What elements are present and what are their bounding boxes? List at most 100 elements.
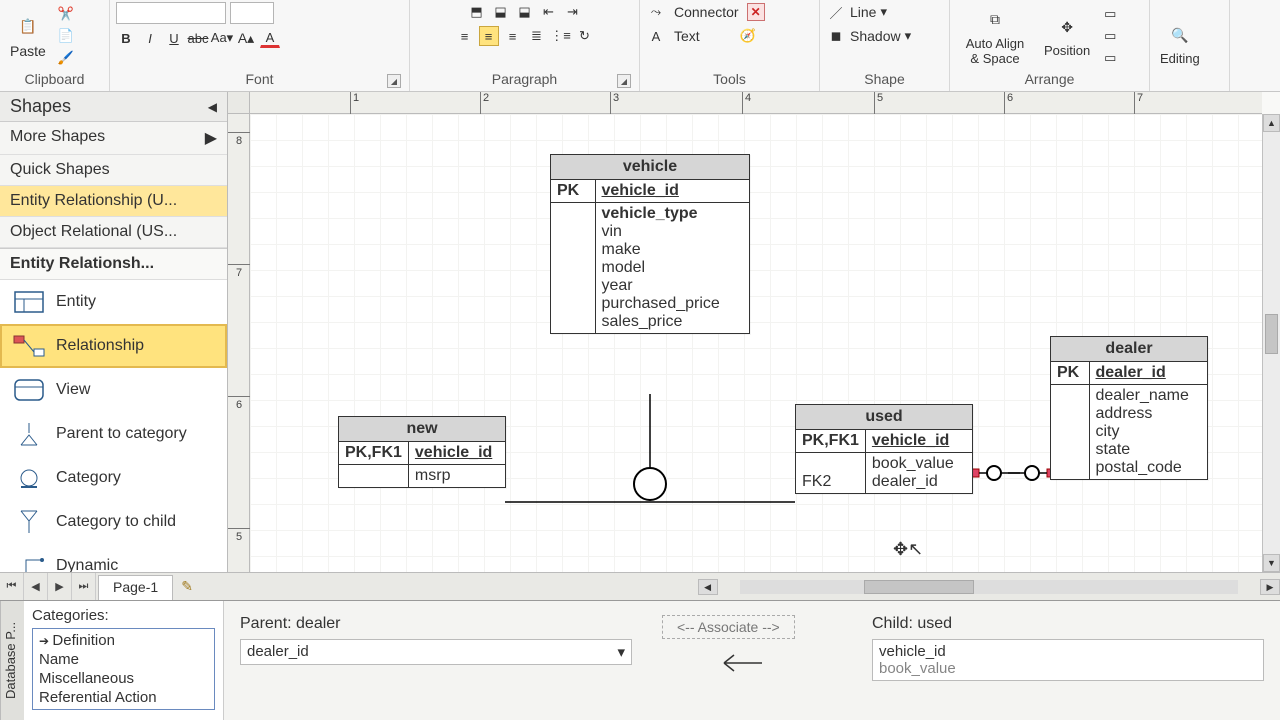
entity-dealer-title: dealer	[1051, 337, 1207, 362]
rotate-text-button[interactable]: ↻	[575, 26, 595, 46]
format-painter-icon[interactable]: 🖌️	[56, 48, 76, 68]
hscroll-left[interactable]: ◀	[698, 579, 718, 595]
ribbon-group-paragraph: ⬒ ⬓ ⬓ ⇤ ⇥ ≡ ≡ ≡ ≣ ⋮≡ ↻ Paragraph◢	[410, 0, 640, 91]
page-first-button[interactable]: ⏮	[0, 573, 24, 600]
quick-shapes-row[interactable]: Quick Shapes	[0, 155, 227, 186]
group-icon[interactable]: ▭	[1100, 48, 1120, 68]
editing-button[interactable]: 🔍 Editing	[1156, 19, 1204, 68]
tool-close-button[interactable]: ✕	[747, 3, 765, 21]
shapes-collapse-icon[interactable]: ◀	[208, 100, 217, 114]
vertical-scrollbar[interactable]: ▲ ▼	[1262, 114, 1280, 572]
shape-group-label: Shape	[826, 69, 943, 91]
drawing-canvas[interactable]: vehicle PKvehicle_id vehicle_type vin ma…	[250, 114, 1262, 572]
scroll-down-arrow[interactable]: ▼	[1263, 554, 1280, 572]
italic-button[interactable]: I	[140, 28, 160, 48]
auto-align-label: Auto Align & Space	[960, 36, 1030, 66]
shape-category[interactable]: Category	[0, 456, 227, 500]
connector-tool-icon[interactable]: ⤳	[646, 2, 666, 22]
ruler-corner	[228, 92, 250, 114]
cat-misc[interactable]: Miscellaneous	[35, 669, 212, 688]
align-center-button[interactable]: ≡	[479, 26, 499, 46]
categories-list[interactable]: Definition Name Miscellaneous Referentia…	[32, 628, 215, 710]
horizontal-scrollbar[interactable]: ◀ ▶	[199, 573, 1280, 600]
entity-used-title: used	[796, 405, 972, 430]
case-button[interactable]: Aa▾	[212, 28, 232, 48]
child-columns-list[interactable]: vehicle_id book_value	[872, 639, 1264, 681]
cat-definition[interactable]: Definition	[35, 631, 212, 650]
entity-used[interactable]: used PK,FK1vehicle_id FK2 book_value dea…	[795, 404, 973, 494]
hscroll-thumb[interactable]	[864, 580, 974, 594]
line-icon[interactable]: ／	[826, 2, 846, 22]
position-button[interactable]: ✥Position	[1040, 11, 1094, 60]
or-stencil-row[interactable]: Object Relational (US...	[0, 217, 227, 248]
scroll-thumb[interactable]	[1265, 314, 1278, 354]
indent-decrease-button[interactable]: ⇤	[539, 2, 559, 22]
ribbon-group-clipboard: 📋 Paste ✂️ 📄 🖌️ Clipboard	[0, 0, 110, 91]
font-color-button[interactable]: A	[260, 28, 280, 48]
align-mid-button[interactable]: ⬓	[491, 2, 511, 22]
hscroll-right[interactable]: ▶	[1260, 579, 1280, 595]
shape-entity[interactable]: Entity	[0, 280, 227, 324]
text-tool-icon[interactable]: A	[646, 26, 666, 46]
auto-align-button[interactable]: ⧉Auto Align & Space	[956, 4, 1034, 68]
shape-parent-to-category[interactable]: Parent to category	[0, 412, 227, 456]
font-size-input[interactable]	[230, 2, 274, 24]
find-icon: 🔍	[1166, 21, 1194, 49]
association-arrow-icon	[722, 649, 782, 677]
er-stencil-row[interactable]: Entity Relationship (U...	[0, 186, 227, 217]
shape-view[interactable]: View	[0, 368, 227, 412]
page-next-button[interactable]: ▶	[48, 573, 72, 600]
align-bot-button[interactable]: ⬓	[515, 2, 535, 22]
shadow-icon[interactable]: ◼	[826, 26, 846, 46]
clipboard-side-buttons: ✂️ 📄 🖌️	[56, 4, 76, 68]
bullets-button[interactable]: ⋮≡	[551, 26, 571, 46]
paste-button[interactable]: 📋 Paste	[6, 11, 50, 61]
entity-new[interactable]: new PK,FK1vehicle_id msrp	[338, 416, 506, 488]
dropdown-icon[interactable]: ▾	[617, 643, 625, 661]
cat-name[interactable]: Name	[35, 650, 212, 669]
font-dialog-launcher[interactable]: ◢	[387, 74, 401, 88]
bring-front-icon[interactable]: ▭	[1100, 4, 1120, 24]
editing-label: Editing	[1160, 51, 1200, 66]
align-top-button[interactable]: ⬒	[467, 2, 487, 22]
page-prev-button[interactable]: ◀	[24, 573, 48, 600]
strike-button[interactable]: abc	[188, 28, 208, 48]
text-tool-label[interactable]: Text	[674, 28, 700, 44]
add-page-button[interactable]: ✎	[175, 573, 199, 600]
entity-vehicle[interactable]: vehicle PKvehicle_id vehicle_type vin ma…	[550, 154, 750, 334]
font-grow-button[interactable]: A▴	[236, 28, 256, 48]
line-dropdown[interactable]: ▾	[880, 4, 887, 20]
db-props-tab[interactable]: Database P...	[0, 601, 24, 720]
shape-category-to-child[interactable]: Category to child	[0, 500, 227, 544]
paragraph-dialog-launcher[interactable]: ◢	[617, 74, 631, 88]
shape-dynamic[interactable]: Dynamic	[0, 544, 227, 572]
font-name-input[interactable]	[116, 2, 226, 24]
shadow-label[interactable]: Shadow	[850, 28, 901, 44]
page-last-button[interactable]: ⏭	[72, 573, 96, 600]
page-tab-1[interactable]: Page-1	[98, 575, 173, 600]
scroll-up-arrow[interactable]: ▲	[1263, 114, 1280, 132]
pointer-tool-icon[interactable]: 🧭	[738, 26, 758, 46]
copy-icon[interactable]: 📄	[56, 26, 76, 46]
cut-icon[interactable]: ✂️	[56, 4, 76, 24]
entity-dealer[interactable]: dealer PKdealer_id dealer_name address c…	[1050, 336, 1208, 480]
child-label: Child: used	[872, 615, 1264, 633]
parent-column-field[interactable]: dealer_id▾	[240, 639, 632, 665]
shape-relationship[interactable]: Relationship	[0, 324, 227, 368]
align-left-button[interactable]: ≡	[455, 26, 475, 46]
entity-vehicle-title: vehicle	[551, 155, 749, 180]
indent-increase-button[interactable]: ⇥	[563, 2, 583, 22]
align-justify-button[interactable]: ≣	[527, 26, 547, 46]
associate-button[interactable]: <-- Associate -->	[662, 615, 795, 639]
align-right-button[interactable]: ≡	[503, 26, 523, 46]
canvas-area: 1 2 3 4 5 6 7 8 7 6 5	[228, 92, 1280, 572]
bold-button[interactable]: B	[116, 28, 136, 48]
line-label[interactable]: Line	[850, 4, 876, 20]
more-shapes-row[interactable]: More Shapes▶	[0, 122, 227, 155]
connector-tool-label[interactable]: Connector	[674, 4, 739, 20]
underline-button[interactable]: U	[164, 28, 184, 48]
send-back-icon[interactable]: ▭	[1100, 26, 1120, 46]
shadow-dropdown[interactable]: ▾	[905, 28, 912, 44]
cat-ref-action[interactable]: Referential Action	[35, 688, 212, 707]
ruler-vertical: 8 7 6 5	[228, 114, 250, 572]
